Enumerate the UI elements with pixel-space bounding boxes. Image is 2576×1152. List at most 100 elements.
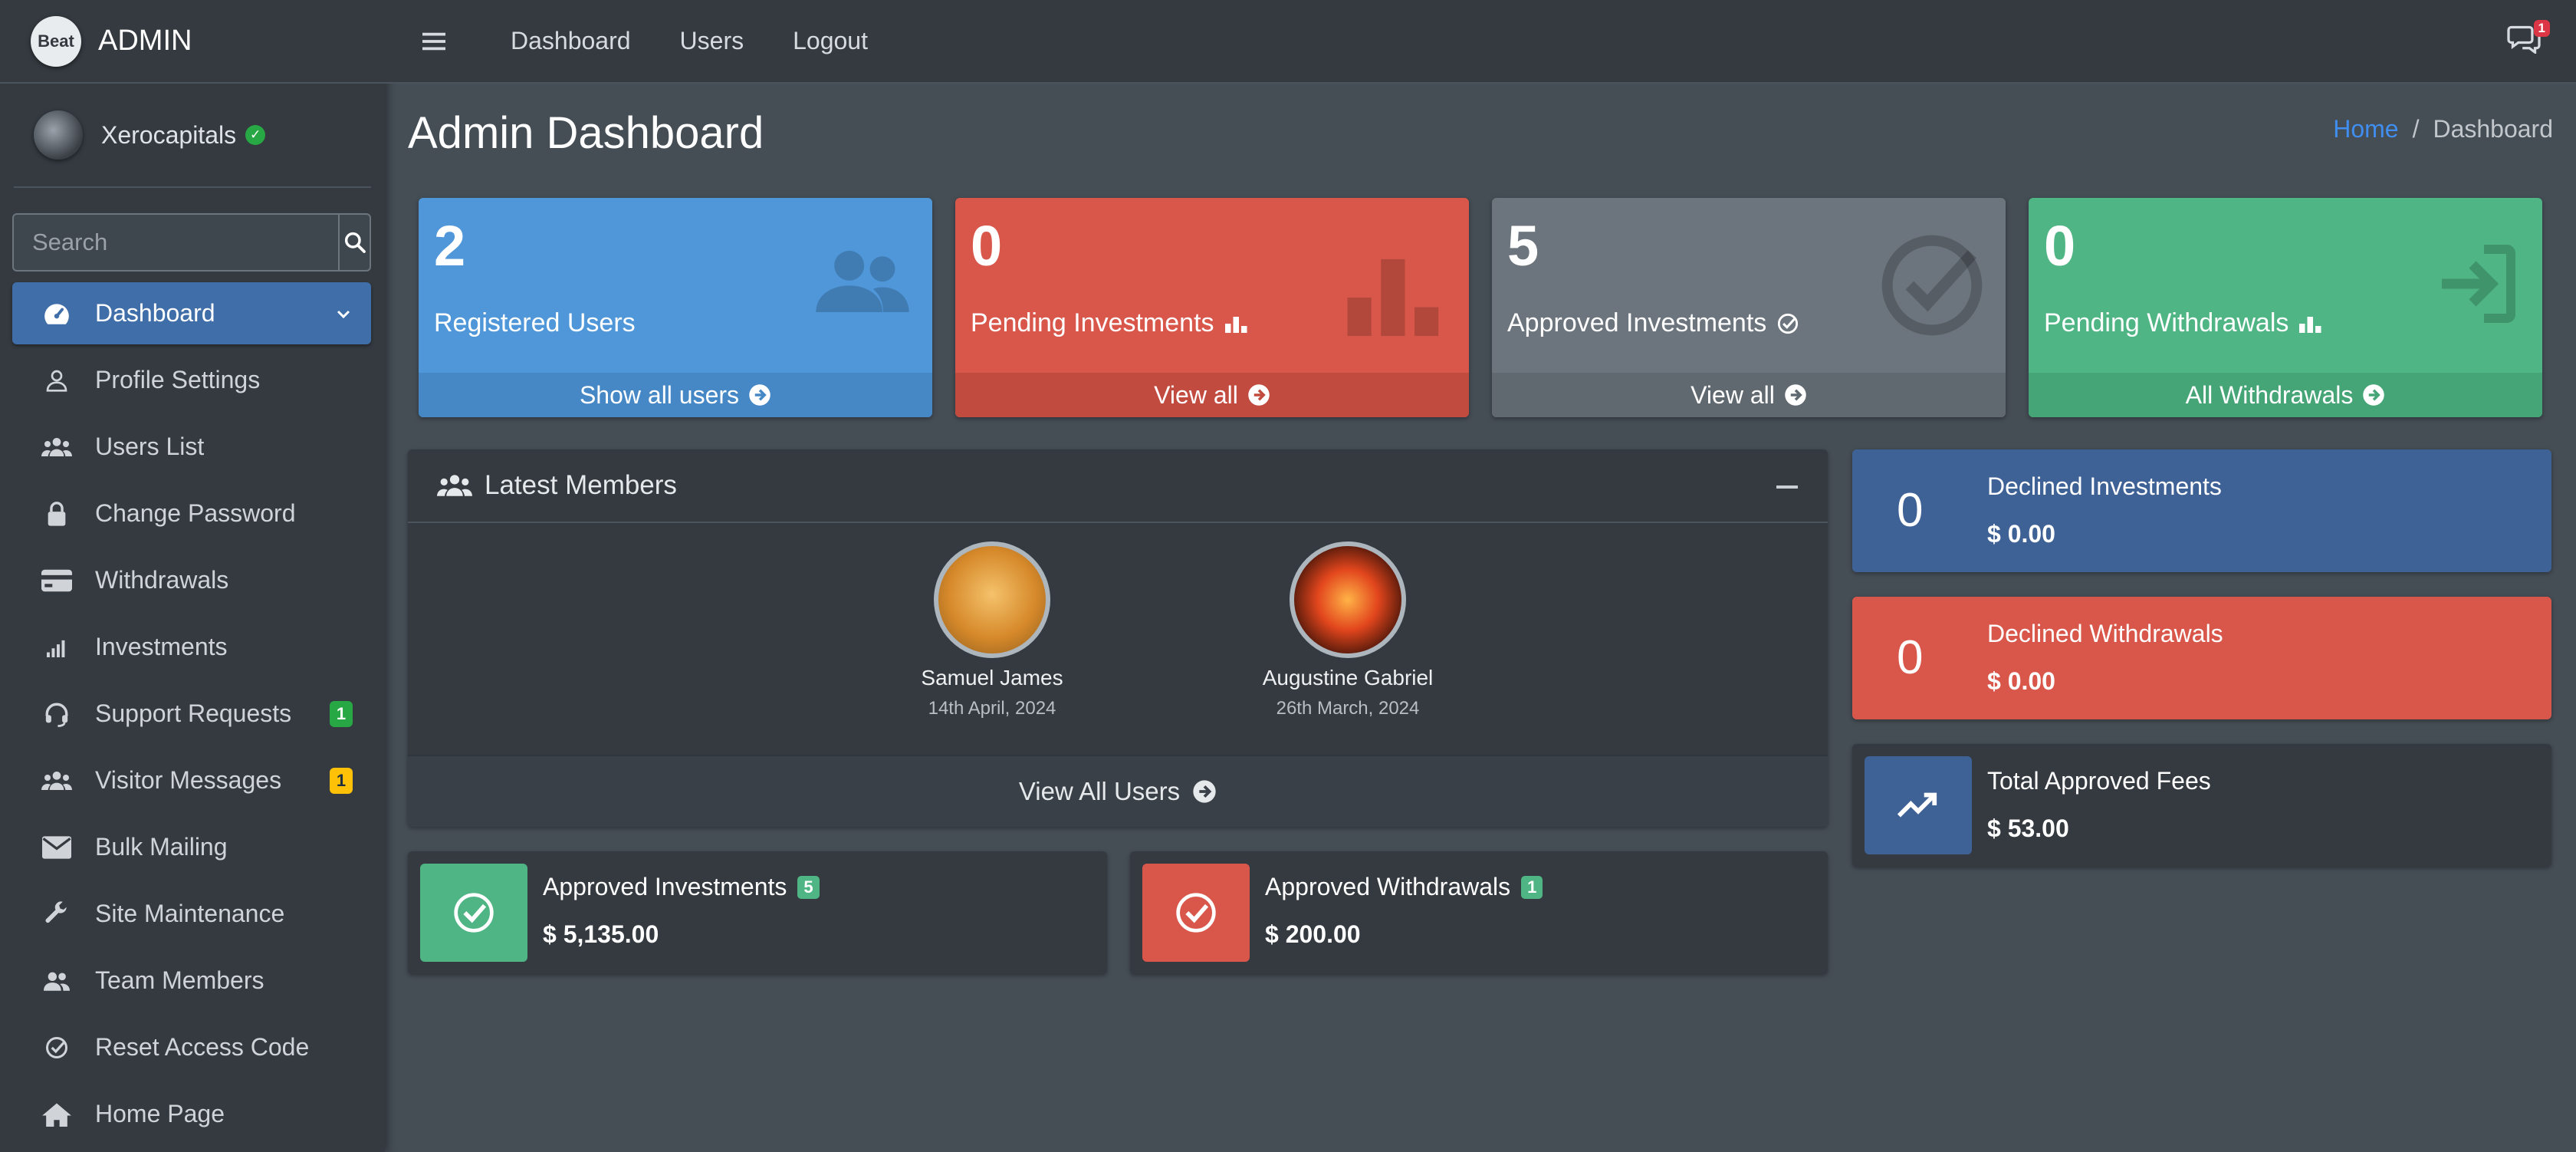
all-withdrawals-link[interactable]: All Withdrawals: [2029, 373, 2542, 417]
menu-toggle-icon[interactable]: [419, 26, 449, 57]
member-name[interactable]: Samuel James: [877, 666, 1107, 690]
collapse-button[interactable]: [1774, 474, 1800, 500]
brand-link[interactable]: Beat ADMIN: [0, 0, 385, 84]
member-name[interactable]: Augustine Gabriel: [1233, 666, 1463, 690]
sidebar-item-team-members[interactable]: Team Members: [12, 950, 371, 1012]
check-circle-icon: [1881, 235, 1983, 336]
sidebar-item-label: Site Maintenance: [95, 900, 285, 927]
avatar[interactable]: [34, 110, 83, 160]
members-list: Samuel James 14th April, 2024 Augustine …: [408, 525, 1828, 747]
info-label: Total Approved Fees: [1987, 767, 2211, 795]
info-approved-investments: Approved Investments 5 $ 5,135.00: [408, 851, 1107, 974]
messages-button[interactable]: 1: [2507, 20, 2550, 61]
minus-icon: [1776, 485, 1798, 489]
headset-icon: [41, 699, 72, 729]
sidebar-item-label: Profile Settings: [95, 366, 261, 393]
users-icon: [41, 432, 72, 462]
breadcrumb: Home / Dashboard: [2333, 115, 2553, 143]
sidebar-item-withdrawals[interactable]: Withdrawals: [12, 549, 371, 611]
info-value: $ 0.00: [1987, 520, 2055, 548]
verified-check-icon: ✓: [245, 125, 266, 145]
sidebar-item-label: Change Password: [95, 499, 296, 527]
sidebar-item-label: Users List: [95, 433, 205, 460]
messages-badge: 1: [2533, 20, 2550, 37]
sidebar-item-reset-access-code[interactable]: Reset Access Code: [12, 1016, 371, 1078]
breadcrumb-home[interactable]: Home: [2333, 115, 2398, 143]
sidebar-item-site-maintenance[interactable]: Site Maintenance: [12, 883, 371, 945]
sidebar-item-label: Visitor Messages: [95, 766, 282, 794]
visitor-messages-badge: 1: [330, 767, 353, 794]
users-icon: [41, 765, 72, 796]
sidebar-item-change-password[interactable]: Change Password: [12, 482, 371, 545]
sign-in-icon: [2442, 245, 2515, 323]
team-icon: [41, 966, 72, 996]
lock-icon: [41, 499, 72, 529]
show-all-users-link[interactable]: Show all users: [419, 373, 932, 417]
sidebar-item-label: Support Requests: [95, 699, 292, 727]
sidebar: Beat ADMIN Xerocapitals ✓ Dashboard Prof…: [0, 0, 385, 1152]
home-icon: [41, 1099, 72, 1130]
info-value: $ 200.00: [1265, 920, 1361, 948]
info-label: Declined Investments: [1987, 472, 2222, 500]
sidebar-item-visitor-messages[interactable]: Visitor Messages 1: [12, 749, 371, 811]
list-item[interactable]: Samuel James 14th April, 2024: [877, 541, 1107, 719]
nav-link-dashboard[interactable]: Dashboard: [511, 27, 631, 55]
card-title: Latest Members: [485, 470, 677, 500]
info-label: Approved Withdrawals: [1265, 873, 1511, 900]
arrow-circle-right-icon: [2363, 384, 2385, 406]
stat-footer-label: All Withdrawals: [2185, 380, 2354, 409]
view-all-approved-investments-link[interactable]: View all: [1492, 373, 2006, 417]
search-button[interactable]: [338, 215, 370, 270]
sidebar-item-dashboard[interactable]: Dashboard: [12, 282, 371, 344]
member-date: 26th March, 2024: [1276, 698, 1420, 719]
sidebar-item-users-list[interactable]: Users List: [12, 416, 371, 478]
sidebar-search: [12, 213, 371, 272]
top-navbar: Dashboard Users Logout 1: [385, 0, 2576, 84]
sidebar-item-bulk-mailing[interactable]: Bulk Mailing: [12, 816, 371, 878]
sidebar-item-label: Investments: [95, 633, 228, 660]
card-footer-label: View All Users: [1018, 777, 1181, 805]
support-requests-badge: 1: [330, 700, 353, 727]
nav-link-users[interactable]: Users: [680, 27, 744, 55]
chart-line-icon: [1865, 756, 1972, 854]
check-circle-icon: [420, 864, 527, 962]
list-item[interactable]: Augustine Gabriel 26th March, 2024: [1233, 541, 1463, 719]
brand-logo: Beat: [31, 15, 81, 67]
sidebar-item-home-page[interactable]: Home Page: [12, 1083, 371, 1145]
sidebar-item-label: Dashboard: [95, 299, 215, 327]
avatar[interactable]: [934, 541, 1050, 658]
nav-link-logout[interactable]: Logout: [793, 27, 868, 55]
info-label: Declined Withdrawals: [1987, 620, 2223, 647]
breadcrumb-separator: /: [2412, 115, 2420, 143]
stat-pending-withdrawals: 0 Pending Withdrawals All Withdrawals: [2029, 198, 2542, 417]
check-circle-icon: [1778, 313, 1799, 334]
arrow-circle-right-icon: [1193, 780, 1216, 803]
sidebar-item-profile-settings[interactable]: Profile Settings: [12, 349, 371, 411]
sidebar-item-investments[interactable]: Investments: [12, 616, 371, 678]
stat-footer-label: View all: [1691, 380, 1775, 409]
sidebar-item-label: Withdrawals: [95, 566, 229, 594]
info-value: $ 5,135.00: [543, 920, 659, 948]
search-input[interactable]: [14, 215, 338, 270]
sidebar-item-label: Bulk Mailing: [95, 833, 228, 861]
view-all-users-link[interactable]: View All Users: [408, 755, 1828, 827]
brand-title: ADMIN: [98, 25, 192, 57]
count-badge: 5: [797, 875, 820, 899]
info-label: Approved Investments: [543, 873, 787, 900]
info-value: $ 53.00: [1987, 815, 2069, 842]
users-icon: [816, 250, 909, 312]
breadcrumb-current: Dashboard: [2433, 115, 2553, 143]
check-circle-icon: [41, 1032, 72, 1063]
users-icon: [437, 475, 472, 496]
view-all-pending-investments-link[interactable]: View all: [955, 373, 1469, 417]
info-number: 0: [1897, 484, 1924, 537]
stat-registered-users: 2 Registered Users Show all users: [419, 198, 932, 417]
info-declined-investments: 0 Declined Investments $ 0.00: [1852, 449, 2551, 572]
bar-chart-icon: [2299, 316, 2321, 333]
user-icon: [41, 365, 72, 396]
sidebar-item-support-requests[interactable]: Support Requests 1: [12, 683, 371, 745]
avatar[interactable]: [1290, 541, 1406, 658]
user-name[interactable]: Xerocapitals: [101, 121, 236, 150]
signal-icon: [41, 632, 72, 663]
wrench-icon: [41, 899, 72, 930]
